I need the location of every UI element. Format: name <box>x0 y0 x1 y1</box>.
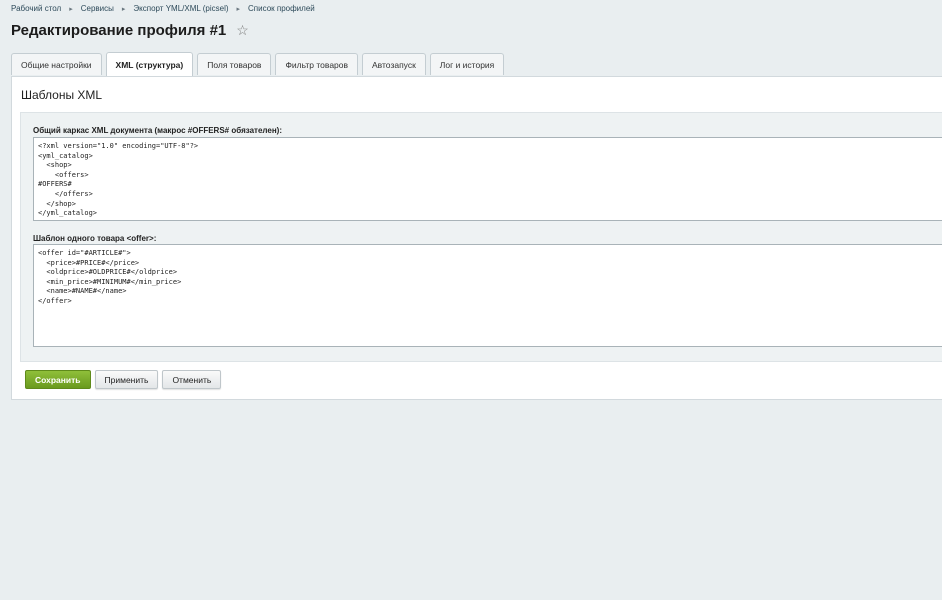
breadcrumb-separator-icon: ▸ <box>121 5 126 13</box>
breadcrumb-item-desktop[interactable]: Рабочий стол <box>11 4 61 13</box>
tab-panel: Шаблоны XML Общий каркас XML документа (… <box>11 76 942 400</box>
tab-general-settings[interactable]: Общие настройки <box>11 53 102 75</box>
offer-template-label: Шаблон одного товара <offer>: <box>33 234 157 243</box>
section-title: Шаблоны XML <box>21 88 103 102</box>
templates-form: Общий каркас XML документа (макрос #OFFE… <box>20 112 942 362</box>
tab-log-history[interactable]: Лог и история <box>429 53 505 75</box>
document-template-textarea[interactable]: <?xml version="1.0" encoding="UTF-8"?> <… <box>33 137 942 221</box>
breadcrumb: Рабочий стол ▸ Сервисы ▸ Экспорт YML/XML… <box>11 4 315 13</box>
form-buttons: Сохранить Применить Отменить <box>25 370 225 389</box>
save-button[interactable]: Сохранить <box>25 370 91 389</box>
page-title: Редактирование профиля #1 <box>11 22 227 39</box>
tab-xml-structure[interactable]: XML (структура) <box>105 52 194 76</box>
tab-bar: Общие настройки XML (структура) Поля тов… <box>11 52 508 76</box>
breadcrumb-item-export[interactable]: Экспорт YML/XML (picsel) <box>133 4 228 13</box>
offer-template-textarea[interactable]: <offer id="#ARTICLE#"> <price>#PRICE#</p… <box>33 244 942 347</box>
tab-product-fields[interactable]: Поля товаров <box>197 53 272 75</box>
title-row: Редактирование профиля #1 ☆ <box>11 22 249 39</box>
breadcrumb-separator-icon: ▸ <box>69 5 73 13</box>
cancel-button[interactable]: Отменить <box>162 370 222 389</box>
breadcrumb-item-profiles[interactable]: Список профилей <box>248 4 315 13</box>
tab-autorun[interactable]: Автозапуск <box>362 53 426 75</box>
breadcrumb-item-services[interactable]: Сервисы <box>81 4 114 13</box>
document-template-label: Общий каркас XML документа (макрос #OFFE… <box>33 126 283 135</box>
breadcrumb-separator-icon: ▸ <box>236 5 241 13</box>
star-outline-icon[interactable]: ☆ <box>236 22 249 39</box>
tab-product-filter[interactable]: Фильтр товаров <box>275 53 359 75</box>
apply-button[interactable]: Применить <box>94 370 159 389</box>
